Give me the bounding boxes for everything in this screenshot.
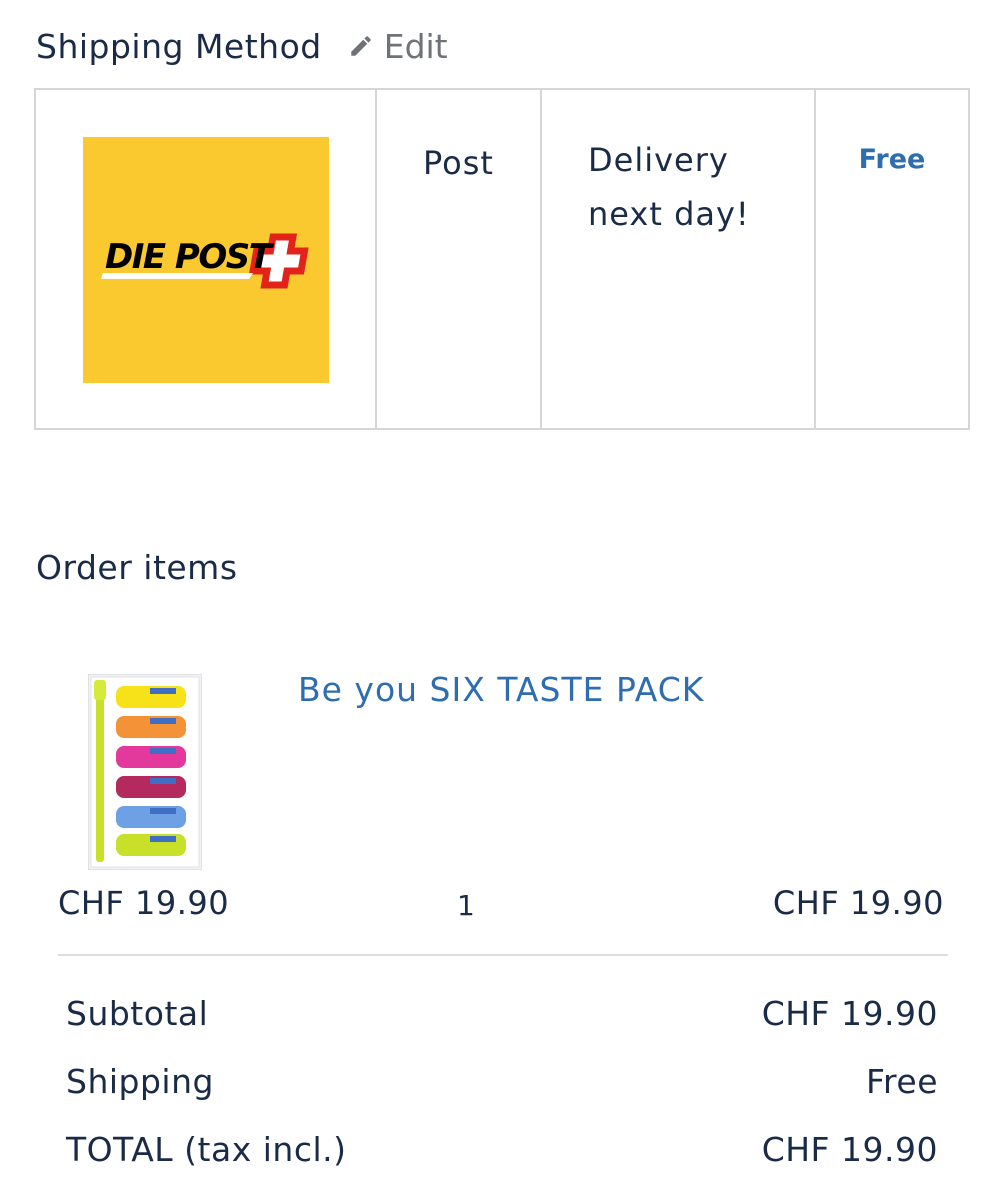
total-row: TOTAL (tax incl.) CHF 19.90 <box>66 1130 938 1169</box>
subtotal-row: Subtotal CHF 19.90 <box>66 994 938 1033</box>
total-value: CHF 19.90 <box>761 1130 938 1169</box>
item-unit-price: CHF 19.90 <box>58 884 230 922</box>
die-post-logo-text: DIE POST <box>105 237 275 277</box>
edit-label: Edit <box>383 26 448 66</box>
pencil-icon <box>350 36 371 56</box>
carrier-price-cell: Free <box>816 90 968 428</box>
shipping-method-table: DIE POST Post Delivery next day! Free <box>34 88 970 430</box>
edit-shipping-link[interactable]: Edit <box>348 27 448 66</box>
shipping-method-title: Shipping Method <box>36 26 322 66</box>
carrier-description: Delivery next day! <box>588 133 804 241</box>
product-name-link[interactable]: Be you SIX TASTE PACK <box>298 670 704 709</box>
subtotal-value: CHF 19.90 <box>761 994 938 1033</box>
shipping-method-header: Shipping Method Edit <box>36 22 448 70</box>
subtotal-label: Subtotal <box>66 994 209 1033</box>
total-label: TOTAL (tax incl.) <box>66 1130 347 1169</box>
carrier-description-line1: Delivery <box>588 141 729 179</box>
order-items-title: Order items <box>36 548 238 587</box>
item-quantity: 1 <box>457 889 476 922</box>
carrier-description-line2: next day! <box>588 195 750 233</box>
items-divider <box>58 954 948 956</box>
product-image[interactable] <box>87 673 203 871</box>
carrier-name: Post <box>423 144 494 182</box>
shipping-cost-value: Free <box>865 1062 938 1101</box>
item-line-total: CHF 19.90 <box>772 884 944 922</box>
shipping-cost-row: Shipping Free <box>66 1062 938 1101</box>
carrier-logo-cell: DIE POST <box>36 90 377 428</box>
carrier-name-cell: Post <box>377 90 542 428</box>
carrier-description-cell: Delivery next day! <box>542 90 816 428</box>
shipping-cost-label: Shipping <box>66 1062 214 1101</box>
die-post-logo: DIE POST <box>83 137 329 383</box>
carrier-price: Free <box>858 144 926 175</box>
